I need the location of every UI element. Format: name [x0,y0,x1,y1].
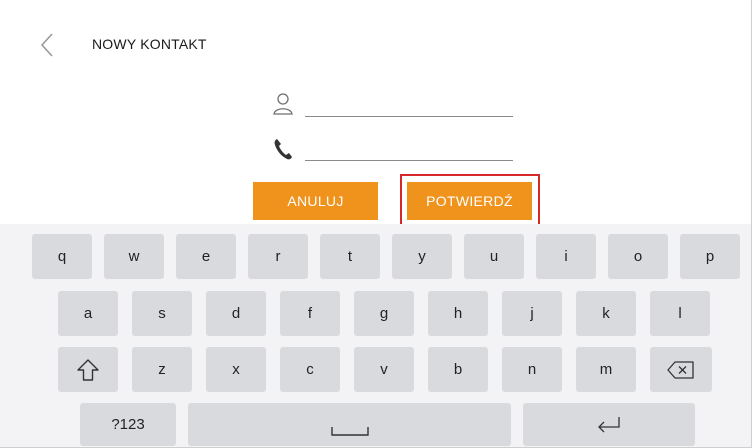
key-q[interactable]: q [32,234,92,279]
backspace-key[interactable] [650,347,712,392]
key-x-label: x [232,361,240,378]
key-d[interactable]: d [206,291,266,336]
key-e[interactable]: e [176,234,236,279]
phone-icon [274,139,292,160]
enter-key[interactable] [523,403,695,446]
confirm-button-label: POTWIERDŹ [426,193,513,209]
key-h[interactable]: h [428,291,488,336]
person-icon [273,93,293,115]
key-g-label: g [379,305,389,322]
cancel-button-label: ANULUJ [287,193,344,209]
key-z-label: z [158,361,166,378]
key-k-label: k [602,305,610,322]
key-o-label: o [633,248,643,265]
key-l-label: l [678,305,682,322]
key-k[interactable]: k [576,291,636,336]
chevron-left-icon [40,33,53,57]
space-key[interactable] [188,403,511,446]
key-z[interactable]: z [132,347,192,392]
key-n-label: n [527,361,537,378]
key-x[interactable]: x [206,347,266,392]
key-q-label: q [57,248,67,265]
key-i[interactable]: i [536,234,596,279]
key-c[interactable]: c [280,347,340,392]
name-field[interactable] [306,96,512,114]
key-l[interactable]: l [650,291,710,336]
key-f[interactable]: f [280,291,340,336]
shift-key[interactable] [58,347,118,392]
phone-field[interactable] [306,140,512,158]
key-s[interactable]: s [132,291,192,336]
key-w[interactable]: w [104,234,164,279]
key-s-label: s [158,305,166,322]
key-d-label: d [231,305,241,322]
key-r[interactable]: r [248,234,308,279]
back-button[interactable] [34,30,62,60]
page-title: NOWY KONTAKT [92,36,207,52]
key-y[interactable]: y [392,234,452,279]
key-v[interactable]: v [354,347,414,392]
enter-icon [598,416,620,432]
name-field-underline [305,116,513,117]
key-v-label: v [380,361,388,378]
key-o[interactable]: o [608,234,668,279]
key-r-label: r [275,248,281,265]
cancel-button[interactable]: ANULUJ [253,182,378,220]
key-t-label: t [347,248,353,265]
key-i-label: i [564,248,568,265]
key-g[interactable]: g [354,291,414,336]
key-a[interactable]: a [58,291,118,336]
key-e-label: e [201,248,211,265]
key-m-label: m [599,361,613,378]
key-c-label: c [306,361,314,378]
key-p[interactable]: p [680,234,740,279]
shift-icon [77,358,99,381]
key-m[interactable]: m [576,347,636,392]
new-contact-screen: NOWY KONTAKT ANULUJ POTWIERDŹ q w e r t … [0,0,752,448]
key-y-label: y [418,248,426,265]
phone-field-underline [305,160,513,161]
symbols-key[interactable]: ?123 [80,403,176,446]
key-t[interactable]: t [320,234,380,279]
backspace-icon [667,360,694,379]
onscreen-keyboard: q w e r t y u i o p a s d f g h j k l z … [0,224,751,447]
key-a-label: a [83,305,93,322]
key-w-label: w [128,248,140,265]
key-b[interactable]: b [428,347,488,392]
key-n[interactable]: n [502,347,562,392]
key-u-label: u [489,248,499,265]
key-h-label: h [453,305,463,322]
confirm-button[interactable]: POTWIERDŹ [407,182,532,220]
key-j-label: j [530,305,534,322]
key-u[interactable]: u [464,234,524,279]
key-f-label: f [307,305,313,322]
space-icon [330,426,369,436]
key-b-label: b [453,361,463,378]
key-p-label: p [705,248,715,265]
key-j[interactable]: j [502,291,562,336]
symbols-key-label: ?123 [111,416,145,433]
